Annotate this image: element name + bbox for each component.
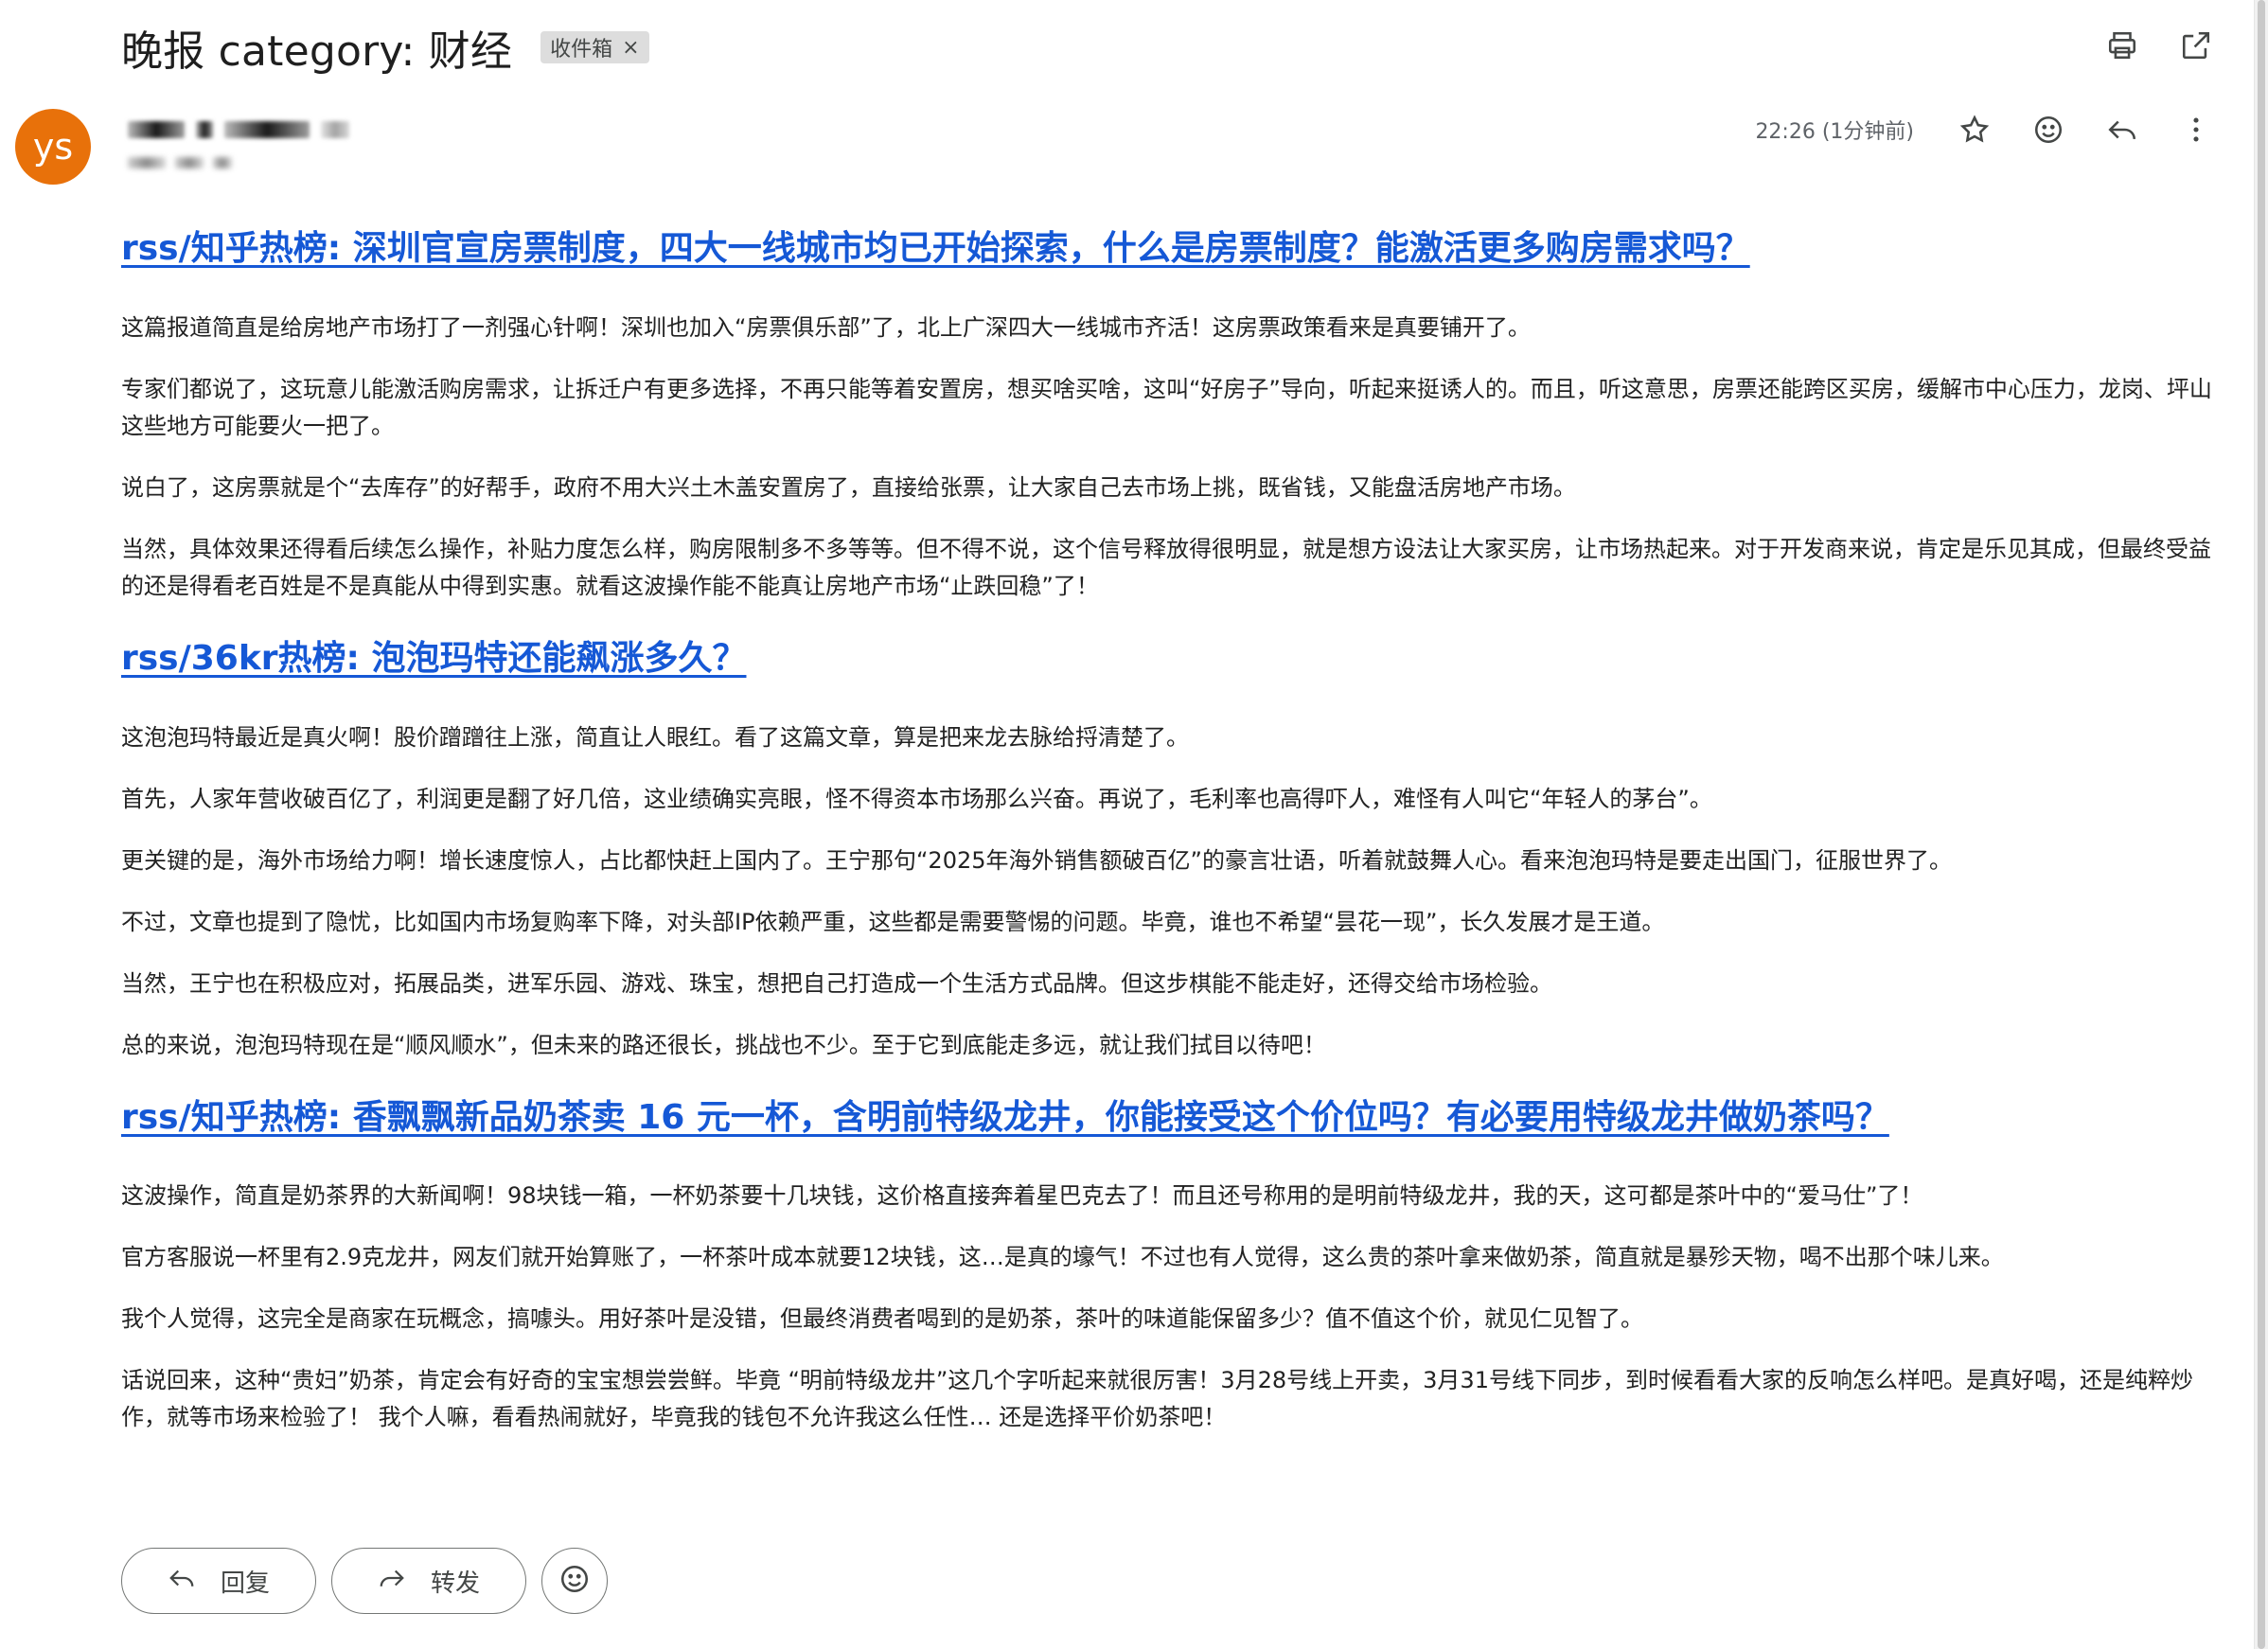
article-paragraph: 这篇报道简直是给房地产市场打了一剂强心针啊！深圳也加入“房票俱乐部”了，北上广深…	[121, 313, 1531, 341]
article-paragraph: 更关键的是，海外市场给力啊！增长速度惊人，占比都快赶上国内了。王宁那句“2025…	[121, 846, 1952, 874]
email-body: rss/知乎热榜: 深圳官宣房票制度，四大一线城市均已开始探索，什么是房票制度？…	[121, 227, 2223, 1461]
printer-icon[interactable]	[2103, 27, 2141, 64]
scrollbar-thumb[interactable]	[2258, 0, 2265, 1649]
avatar[interactable]: ys	[15, 109, 91, 185]
label-chip-inbox[interactable]: 收件箱 ×	[540, 31, 649, 63]
message-time: 22:26 (1分钟前)	[1755, 120, 1914, 144]
open-in-new-window-icon[interactable]	[2177, 27, 2215, 64]
redacted-block	[128, 157, 166, 168]
redacted-block	[321, 121, 349, 138]
article-link[interactable]: rss/知乎热榜: 深圳官宣房票制度，四大一线城市均已开始探索，什么是房票制度？…	[121, 227, 2223, 272]
emoji-reaction-button[interactable]	[541, 1548, 608, 1614]
article-paragraph: 当然，具体效果还得看后续怎么操作，补贴力度怎么样，购房限制多不多等等。但不得不说…	[121, 535, 2211, 599]
label-chip-text: 收件箱	[550, 38, 613, 62]
article-link[interactable]: rss/知乎热榜: 香飘飘新品奶茶卖 16 元一杯，含明前特级龙井，你能接受这个…	[121, 1096, 2223, 1141]
forward-button[interactable]: 转发	[331, 1548, 526, 1614]
subject-row: 晚报 category: 财经 收件箱 ×	[121, 19, 649, 76]
reply-button-label: 回复	[220, 1569, 270, 1598]
redacted-block	[128, 121, 185, 138]
reply-icon[interactable]	[2103, 111, 2141, 149]
reply-button[interactable]: 回复	[121, 1548, 316, 1614]
article-paragraph: 总的来说，泡泡玛特现在是“顺风顺水”，但未来的路还很长，挑战也不少。至于它到底能…	[121, 1031, 1326, 1058]
article-paragraph: 话说回来，这种“贵妇”奶茶，肯定会有好奇的宝宝想尝尝鲜。毕竟 “明前特级龙井”这…	[121, 1367, 2193, 1431]
label-remove-icon[interactable]: ×	[622, 36, 639, 60]
article-paragraph: 这泡泡玛特最近是真火啊！股价蹭蹭往上涨，简直让人眼红。看了这篇文章，算是把来龙去…	[121, 723, 1189, 751]
article-paragraph: 首先，人家年营收破百亿了，利润更是翻了好几倍，这业绩确实亮眼，怪不得资本市场那么…	[121, 785, 1712, 812]
recipient-redacted	[128, 157, 232, 168]
redacted-block	[213, 157, 232, 168]
article-paragraph: 这波操作，简直是奶茶界的大新闻啊！98块钱一箱，一杯奶茶要十几块钱，这价格直接奔…	[121, 1182, 1923, 1210]
emoji-icon	[558, 1563, 591, 1599]
forward-icon	[378, 1564, 406, 1599]
scrollbar[interactable]	[2254, 0, 2268, 1649]
reply-icon	[168, 1564, 196, 1599]
emoji-icon[interactable]	[2029, 111, 2067, 149]
forward-button-label: 转发	[430, 1569, 480, 1598]
redacted-block	[196, 121, 213, 138]
message-meta: 22:26 (1分钟前)	[1755, 111, 2215, 149]
article-paragraph: 当然，王宁也在积极应对，拓展品类，进军乐园、游戏、珠宝，想把自己打造成一个生活方…	[121, 969, 1552, 997]
star-icon[interactable]	[1956, 111, 1993, 149]
article-paragraph: 官方客服说一杯里有2.9克龙井，网友们就开始算账了，一杯茶叶成本就要12块钱，这…	[121, 1244, 2004, 1271]
article-paragraph: 专家们都说了，这玩意儿能激活购房需求，让拆迁户有更多选择，不再只能等着安置房，想…	[121, 375, 2212, 439]
email-subject: 晚报 category: 财经	[121, 27, 513, 76]
footer-actions: 回复 转发	[121, 1548, 608, 1614]
article-paragraph: 说白了，这房票就是个“去库存”的好帮手，政府不用大兴土木盖安置房了，直接给张票，…	[121, 473, 1576, 501]
more-vertical-icon[interactable]	[2177, 111, 2215, 149]
article-paragraph: 不过，文章也提到了隐忧，比如国内市场复购率下降，对头部IP依赖严重，这些都是需要…	[121, 908, 1665, 935]
redacted-block	[175, 157, 204, 168]
sender-name-redacted	[128, 121, 349, 138]
article-link[interactable]: rss/36kr热榜: 泡泡玛特还能飙涨多久？	[121, 637, 2223, 682]
redacted-block	[224, 121, 310, 138]
top-actions	[2103, 27, 2215, 64]
article-paragraph: 我个人觉得，这完全是商家在玩概念，搞噱头。用好茶叶是没错，但最终消费者喝到的是奶…	[121, 1305, 1643, 1333]
